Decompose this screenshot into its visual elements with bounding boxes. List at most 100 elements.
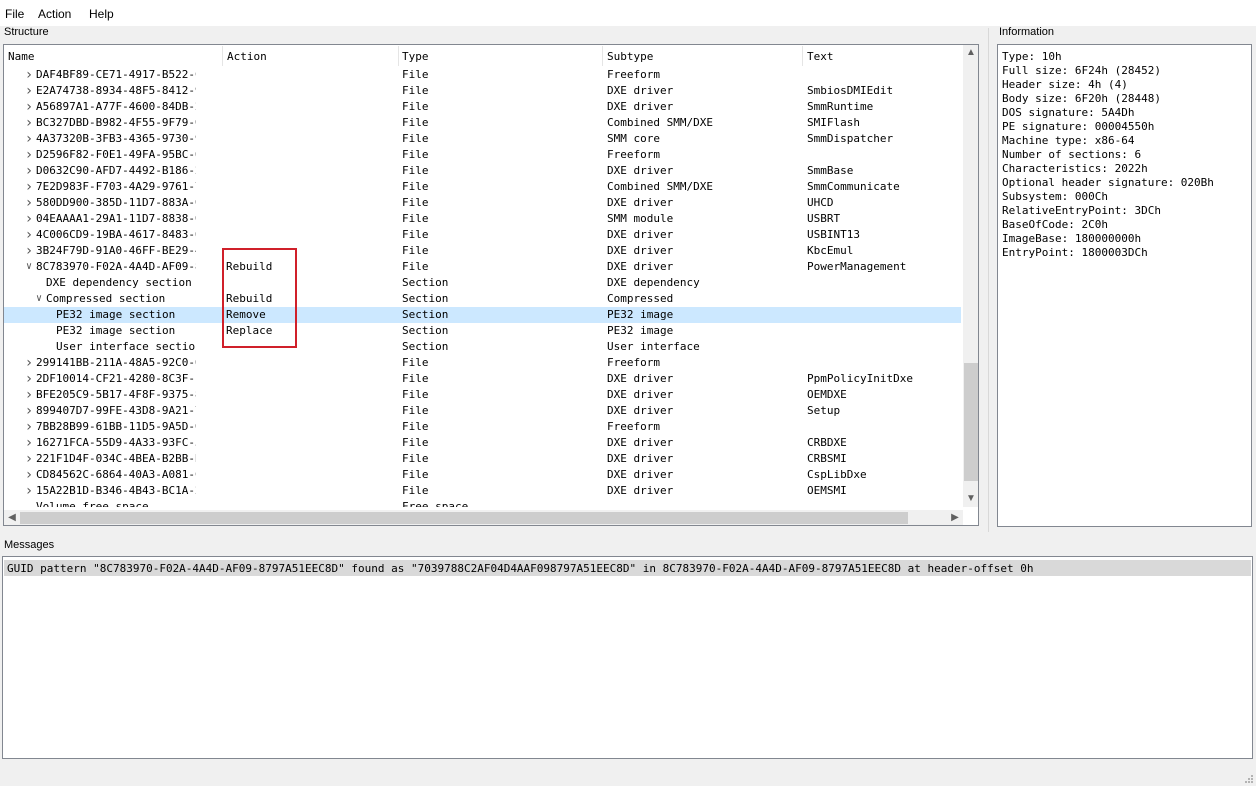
tree-header: Name Action Type Subtype Text: [4, 45, 961, 66]
tree-row[interactable]: › 580DD900-385D-11D7-883A-0… File DXE drive…: [4, 195, 961, 211]
chevron-down-icon[interactable]: ∨: [34, 291, 44, 307]
tree-row[interactable]: › 221F1D4F-034C-4BEA-B2BB-B… File DXE drive…: [4, 451, 961, 467]
cell-subtype: Combined SMM/DXE: [607, 180, 713, 193]
cell-text: SmmBase: [807, 164, 854, 177]
cell-subtype: DXE driver: [607, 260, 674, 273]
chevron-right-icon[interactable]: ›: [24, 483, 34, 499]
info-line: BaseOfCode: 2C0h: [1002, 218, 1108, 231]
message-item[interactable]: GUID pattern "8C783970-F02A-4A4D-AF09-87…: [4, 560, 1251, 576]
scroll-up-icon[interactable]: ▲: [963, 45, 978, 61]
cell-type: File: [402, 100, 429, 113]
menu-file[interactable]: File: [5, 7, 24, 21]
menu-help[interactable]: Help: [89, 7, 114, 21]
cell-action: Rebuild: [226, 292, 273, 305]
cell-name: 7E2D983F-F703-4A29-9761-7…: [36, 180, 196, 193]
column-type[interactable]: Type: [402, 50, 429, 63]
splitter[interactable]: [988, 28, 989, 532]
column-name[interactable]: Name: [8, 50, 35, 63]
structure-tree[interactable]: Name Action Type Subtype Text › DAF4BF89-…: [3, 44, 979, 526]
tree-row[interactable]: ∨ 8C783970-F02A-4A4D-AF09-8… Rebuild File DX…: [4, 259, 961, 275]
tree-row[interactable]: › 04EAAAA1-29A1-11D7-8838-0… File SMM modul…: [4, 211, 961, 227]
tree-row[interactable]: › A56897A1-A77F-4600-84DB-2… File DXE drive…: [4, 99, 961, 115]
tree-row[interactable]: › D2596F82-F0E1-49FA-95BC-6… File Freeform: [4, 147, 961, 163]
tree-row[interactable]: › D0632C90-AFD7-4492-B186-2… File DXE drive…: [4, 163, 961, 179]
cell-text: USBINT13: [807, 228, 860, 241]
cell-name: DXE dependency section: [46, 276, 192, 289]
horizontal-scrollbar[interactable]: ◀ ▶: [4, 510, 963, 525]
information-panel[interactable]: Type: 10h Full size: 6F24h (28452) Header …: [997, 44, 1252, 527]
tree-row[interactable]: › 299141BB-211A-48A5-92C0-6… File Freeform: [4, 355, 961, 371]
cell-type: File: [402, 468, 429, 481]
tree-row[interactable]: › 16271FCA-55D9-4A33-93FC-5… File DXE drive…: [4, 435, 961, 451]
tree-row[interactable]: User interface section Section User interf…: [4, 339, 961, 355]
chevron-right-icon[interactable]: ›: [24, 243, 34, 259]
chevron-right-icon[interactable]: ›: [24, 131, 34, 147]
cell-text: SMIFlash: [807, 116, 860, 129]
tree-row[interactable]: › 15A22B1D-B346-4B43-BC1A-2… File DXE drive…: [4, 483, 961, 499]
cell-name: 7BB28B99-61BB-11D5-9A5D-0…: [36, 420, 196, 433]
cell-type: File: [402, 260, 429, 273]
chevron-down-icon[interactable]: ∨: [24, 259, 34, 275]
messages-panel[interactable]: GUID pattern "8C783970-F02A-4A4D-AF09-87…: [2, 556, 1253, 759]
tree-row[interactable]: DXE dependency section Section DXE depende…: [4, 275, 961, 291]
cell-type: Section: [402, 308, 449, 321]
info-line: Subsystem: 000Ch: [1002, 190, 1108, 203]
cell-type: Section: [402, 324, 449, 337]
info-line: PE signature: 00004550h: [1002, 120, 1155, 133]
cell-name: BC327DBD-B982-4F55-9F79-0…: [36, 116, 196, 129]
tree-row[interactable]: › DAF4BF89-CE71-4917-B522-C… File Freeform: [4, 67, 961, 83]
resize-grip-icon[interactable]: [1244, 774, 1254, 784]
chevron-right-icon[interactable]: ›: [24, 467, 34, 483]
cell-text: SmmDispatcher: [807, 132, 894, 145]
chevron-right-icon[interactable]: ›: [24, 451, 34, 467]
chevron-right-icon[interactable]: ›: [24, 387, 34, 403]
tree-row[interactable]: › 7BB28B99-61BB-11D5-9A5D-0… File Freeform: [4, 419, 961, 435]
chevron-right-icon[interactable]: ›: [24, 99, 34, 115]
vertical-scrollbar[interactable]: ▲ ▼: [963, 45, 978, 507]
chevron-right-icon[interactable]: ›: [24, 211, 34, 227]
tree-row[interactable]: › 899407D7-99FE-43D8-9A21-7… File DXE drive…: [4, 403, 961, 419]
scroll-left-icon[interactable]: ◀: [4, 510, 20, 525]
cell-subtype: Compressed: [607, 292, 674, 305]
tree-row[interactable]: › 2DF10014-CF21-4280-8C3F-E… File DXE drive…: [4, 371, 961, 387]
cell-subtype: DXE driver: [607, 468, 674, 481]
tree-row[interactable]: › 7E2D983F-F703-4A29-9761-7… File Combined …: [4, 179, 961, 195]
tree-row[interactable]: › E2A74738-8934-48F5-8412-9… File DXE drive…: [4, 83, 961, 99]
cell-type: File: [402, 68, 429, 81]
cell-name: 580DD900-385D-11D7-883A-0…: [36, 196, 196, 209]
vertical-scroll-thumb[interactable]: [964, 363, 978, 481]
chevron-right-icon[interactable]: ›: [24, 67, 34, 83]
chevron-right-icon[interactable]: ›: [24, 403, 34, 419]
tree-row[interactable]: Volume free space Free space: [4, 499, 961, 507]
chevron-right-icon[interactable]: ›: [24, 115, 34, 131]
cell-name: 15A22B1D-B346-4B43-BC1A-2…: [36, 484, 196, 497]
chevron-right-icon[interactable]: ›: [24, 355, 34, 371]
chevron-right-icon[interactable]: ›: [24, 163, 34, 179]
cell-type: File: [402, 116, 429, 129]
menu-action[interactable]: Action: [38, 7, 71, 21]
chevron-right-icon[interactable]: ›: [24, 419, 34, 435]
tree-row[interactable]: › 4A37320B-3FB3-4365-9730-9… File SMM core S…: [4, 131, 961, 147]
tree-row[interactable]: › 4C006CD9-19BA-4617-8483-6… File DXE drive…: [4, 227, 961, 243]
tree-row[interactable]: › CD84562C-6864-40A3-A081-C… File DXE drive…: [4, 467, 961, 483]
cell-subtype: DXE driver: [607, 164, 674, 177]
column-action[interactable]: Action: [227, 50, 267, 63]
chevron-right-icon[interactable]: ›: [24, 435, 34, 451]
horizontal-scroll-thumb[interactable]: [20, 512, 908, 524]
column-subtype[interactable]: Subtype: [607, 50, 653, 63]
tree-row[interactable]: › 3B24F79D-91A0-46FF-BE29-4… File DXE drive…: [4, 243, 961, 259]
scroll-right-icon[interactable]: ▶: [947, 510, 963, 525]
tree-row[interactable]: › BC327DBD-B982-4F55-9F79-0… File Combined …: [4, 115, 961, 131]
chevron-right-icon[interactable]: ›: [24, 147, 34, 163]
chevron-right-icon[interactable]: ›: [24, 371, 34, 387]
column-text[interactable]: Text: [807, 50, 834, 63]
tree-row[interactable]: PE32 image section Replace Section PE32 ima…: [4, 323, 961, 339]
tree-row[interactable]: ∨ Compressed section Rebuild Section Compres…: [4, 291, 961, 307]
tree-row[interactable]: › BFE205C9-5B17-4F8F-9375-8… File DXE drive…: [4, 387, 961, 403]
chevron-right-icon[interactable]: ›: [24, 83, 34, 99]
scroll-down-icon[interactable]: ▼: [963, 491, 978, 507]
chevron-right-icon[interactable]: ›: [24, 227, 34, 243]
chevron-right-icon[interactable]: ›: [24, 195, 34, 211]
tree-row[interactable]: PE32 image section Remove Section PE32 imag…: [4, 307, 961, 323]
chevron-right-icon[interactable]: ›: [24, 179, 34, 195]
